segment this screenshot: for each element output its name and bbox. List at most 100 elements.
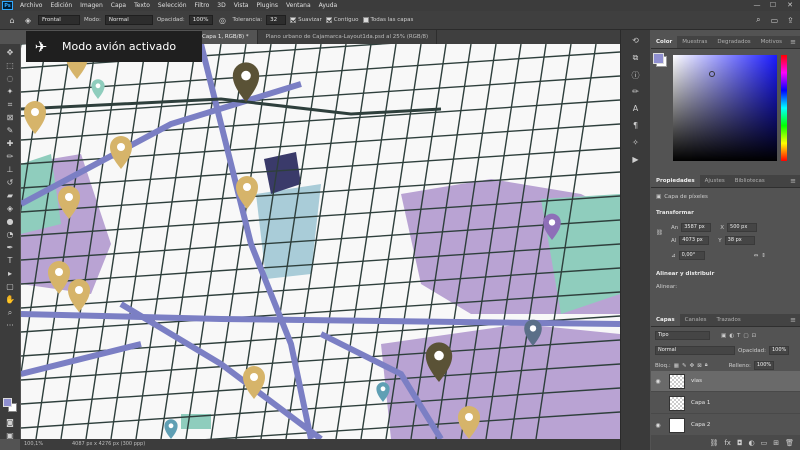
- menu-ayuda[interactable]: Ayuda: [315, 2, 342, 9]
- more-tools-icon[interactable]: ···: [2, 319, 18, 332]
- character-icon[interactable]: A: [629, 104, 643, 116]
- paint-bucket-icon[interactable]: ◈: [2, 202, 18, 215]
- flip-vertical-icon[interactable]: ⇕: [761, 253, 766, 259]
- delete-layer-icon[interactable]: 🗑︎: [785, 439, 794, 447]
- link-dimensions-icon[interactable]: ⛓: [656, 230, 663, 236]
- tab-propiedades[interactable]: Propiedades: [651, 175, 700, 187]
- blur-tool-icon[interactable]: ●: [2, 215, 18, 228]
- shape-tool-icon[interactable]: ▢: [2, 280, 18, 293]
- menu-edicion[interactable]: Edición: [46, 2, 76, 9]
- clone-stamp-tool-icon[interactable]: ⊥: [2, 163, 18, 176]
- close-window-button[interactable]: ✕: [783, 0, 797, 11]
- zoom-level[interactable]: 100,1%: [24, 439, 43, 450]
- history-brush-tool-icon[interactable]: ↺: [2, 176, 18, 189]
- layer-style-icon[interactable]: fx: [724, 439, 731, 447]
- info-icon[interactable]: ⓘ: [629, 70, 643, 82]
- tolerance-input[interactable]: 32: [266, 15, 287, 25]
- menu-vista[interactable]: Vista: [230, 2, 253, 9]
- layer-comps-icon[interactable]: ⧉: [629, 53, 643, 65]
- layer-row-vias[interactable]: ◉ vias: [651, 371, 800, 392]
- doc-tab-plano-urbano[interactable]: Plano urbano de Cajamarca-Layout1da.psd …: [258, 30, 438, 44]
- eyedropper-tool-icon[interactable]: ✎: [2, 124, 18, 137]
- brush-tool-icon[interactable]: ✏: [2, 150, 18, 163]
- share-icon[interactable]: ⇪: [784, 14, 796, 26]
- home-icon[interactable]: ⌂: [6, 14, 18, 26]
- new-group-icon[interactable]: ▭: [761, 439, 768, 447]
- zoom-tool-icon[interactable]: ⌕: [2, 306, 18, 319]
- link-layers-icon[interactable]: ⛓: [709, 439, 718, 447]
- opacity-input[interactable]: 100%: [188, 15, 213, 25]
- filter-type-icon[interactable]: T: [737, 333, 740, 339]
- angle-input[interactable]: 0,00°: [678, 251, 705, 260]
- type-tool-icon[interactable]: T: [2, 254, 18, 267]
- lock-transparent-icon[interactable]: ▦: [674, 363, 679, 369]
- filter-smart-icon[interactable]: ⊡: [752, 333, 757, 339]
- all-layers-checkbox[interactable]: Todas las capas: [362, 17, 413, 23]
- screen-mode-icon[interactable]: ▣: [2, 429, 18, 442]
- workspace-icon[interactable]: ▭: [768, 14, 780, 26]
- color-fg-swatch[interactable]: [653, 53, 664, 64]
- menu-ventana[interactable]: Ventana: [282, 2, 315, 9]
- marquee-tool-icon[interactable]: ⬚: [2, 59, 18, 72]
- tab-motivos[interactable]: Motivos: [756, 36, 787, 48]
- menu-3d[interactable]: 3D: [213, 2, 229, 9]
- magic-wand-tool-icon[interactable]: ✦: [2, 85, 18, 98]
- filter-shape-icon[interactable]: ▢: [743, 333, 748, 339]
- mode-select[interactable]: Normal: [104, 15, 153, 25]
- move-tool-icon[interactable]: ✥: [2, 46, 18, 59]
- layer-row-capa-2[interactable]: ◉ Capa 2: [651, 415, 800, 436]
- add-mask-icon[interactable]: ◘: [737, 439, 743, 447]
- tab-color[interactable]: Color: [651, 36, 678, 48]
- contiguous-checkbox[interactable]: Contiguo: [325, 17, 359, 23]
- lasso-tool-icon[interactable]: ◌: [2, 72, 18, 85]
- filter-pixel-icon[interactable]: ▣: [721, 333, 726, 339]
- properties-menu-icon[interactable]: ≡: [790, 175, 800, 187]
- smooth-checkbox[interactable]: Suavizar: [290, 17, 322, 23]
- healing-brush-tool-icon[interactable]: ✚: [2, 137, 18, 150]
- tab-capas[interactable]: Capas: [651, 314, 680, 326]
- brush-settings-icon[interactable]: ✏: [629, 87, 643, 99]
- panel-menu-icon[interactable]: ≡: [790, 36, 800, 48]
- filter-adjust-icon[interactable]: ◐: [729, 333, 734, 339]
- tab-degradados[interactable]: Degradados: [712, 36, 755, 48]
- visibility-eye-icon[interactable]: ◉: [651, 422, 665, 429]
- new-layer-icon[interactable]: ⊞: [773, 439, 779, 447]
- actions-icon[interactable]: ▶: [629, 155, 643, 167]
- layer-name[interactable]: Capa 2: [691, 422, 710, 428]
- fill-input[interactable]: 100%: [753, 361, 774, 370]
- photoshop-logo[interactable]: Ps: [2, 1, 13, 10]
- menu-filtro[interactable]: Filtro: [191, 2, 214, 9]
- lock-artboard-icon[interactable]: ⊠: [697, 363, 702, 369]
- paint-bucket-tool-icon[interactable]: ◈: [22, 14, 34, 26]
- lock-all-icon[interactable]: 🔒︎: [705, 362, 708, 369]
- hue-slider[interactable]: [781, 55, 787, 161]
- glyphs-icon[interactable]: ✧: [629, 138, 643, 150]
- maximize-button[interactable]: ☐: [766, 0, 780, 11]
- document-canvas[interactable]: [21, 44, 620, 439]
- quick-mask-icon[interactable]: ◙: [2, 416, 18, 429]
- menu-texto[interactable]: Texto: [130, 2, 154, 9]
- history-icon[interactable]: ⟲: [629, 36, 643, 48]
- hand-tool-icon[interactable]: ✋: [2, 293, 18, 306]
- tab-ajustes[interactable]: Ajustes: [700, 175, 730, 187]
- lock-paint-icon[interactable]: ✎: [682, 363, 687, 369]
- tab-bibliotecas[interactable]: Bibliotecas: [730, 175, 770, 187]
- minimize-button[interactable]: —: [750, 0, 764, 11]
- pen-tool-icon[interactable]: ✒: [2, 241, 18, 254]
- layer-opacity-input[interactable]: 100%: [768, 346, 789, 355]
- menu-capa[interactable]: Capa: [107, 2, 130, 9]
- pressure-icon[interactable]: ◎: [217, 14, 229, 26]
- tab-canales[interactable]: Canales: [680, 314, 712, 326]
- lock-position-icon[interactable]: ✥: [690, 363, 695, 369]
- new-adjustment-icon[interactable]: ◐: [749, 439, 755, 447]
- dodge-tool-icon[interactable]: ◔: [2, 228, 18, 241]
- blend-mode-select[interactable]: Normal: [655, 346, 735, 355]
- width-input[interactable]: 3587 px: [681, 223, 712, 232]
- transform-title[interactable]: Transformar: [656, 210, 694, 216]
- fill-source-select[interactable]: Frontal: [38, 15, 80, 25]
- paragraph-icon[interactable]: ¶: [629, 121, 643, 133]
- menu-archivo[interactable]: Archivo: [16, 2, 46, 9]
- layer-row-capa-1[interactable]: Capa 1: [651, 393, 800, 414]
- layers-menu-icon[interactable]: ≡: [790, 314, 800, 326]
- color-picker-field[interactable]: [673, 55, 777, 161]
